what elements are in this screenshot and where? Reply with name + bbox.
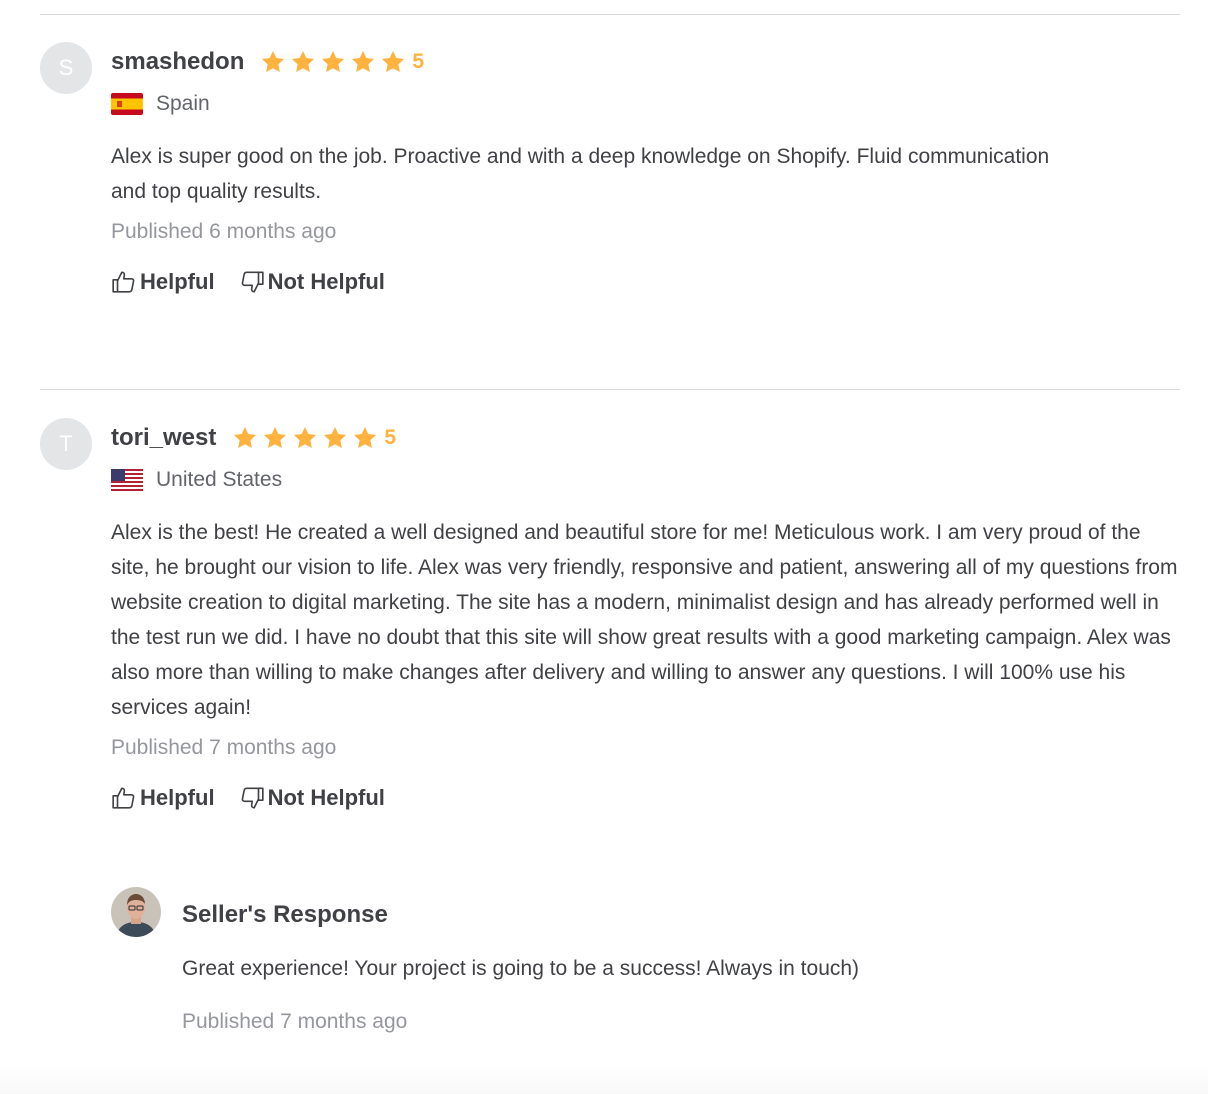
not-helpful-button[interactable]: Not Helpful <box>239 269 385 295</box>
review-divider <box>40 389 1180 390</box>
reviewer-country: Spain <box>156 92 210 115</box>
helpful-label: Helpful <box>140 785 215 810</box>
star-icon <box>292 425 318 451</box>
review-item: S smashedon 5 Spain Alex is super good o… <box>40 42 1180 342</box>
star-icon <box>380 49 406 75</box>
thumbs-up-icon <box>112 787 135 809</box>
published-date: Published 7 months ago <box>111 736 337 759</box>
reviewer-country: United States <box>156 468 283 491</box>
star-icon <box>262 425 288 451</box>
helpful-button[interactable]: Helpful <box>111 269 215 295</box>
star-icon <box>232 425 258 451</box>
star-rating: 5 <box>260 49 424 75</box>
star-icon <box>260 49 286 75</box>
seller-response-published: Published 7 months ago <box>182 1010 408 1033</box>
seller-response-text: Great experience! Your project is going … <box>182 957 860 980</box>
star-icon <box>350 49 376 75</box>
thumbs-up-icon <box>112 271 135 293</box>
reviewer-username[interactable]: smashedon <box>111 48 244 76</box>
star-icon <box>352 425 378 451</box>
thumbs-down-icon <box>241 271 264 293</box>
helpful-label: Helpful <box>140 269 215 294</box>
avatar: S <box>40 42 92 94</box>
star-rating: 5 <box>232 425 396 451</box>
avatar: T <box>40 418 92 470</box>
spain-flag-icon <box>111 93 143 115</box>
star-icon <box>290 49 316 75</box>
seller-response-title: Seller's Response <box>182 901 388 928</box>
review-divider <box>40 14 1180 15</box>
seller-response: Seller's Response Great experience! Your… <box>111 887 1180 1047</box>
not-helpful-label: Not Helpful <box>267 785 385 810</box>
reviewer-username[interactable]: tori_west <box>111 424 216 452</box>
review-item: T tori_west 5 United States Alex is the … <box>40 418 1180 838</box>
thumbs-down-icon <box>241 787 264 809</box>
not-helpful-label: Not Helpful <box>267 269 385 294</box>
star-icon <box>320 49 346 75</box>
review-text: Alex is super good on the job. Proactive… <box>111 145 1050 203</box>
published-date: Published 6 months ago <box>111 220 337 243</box>
rating-value: 5 <box>384 426 397 449</box>
review-text: Alex is the best! He created a well desi… <box>111 521 1178 719</box>
rating-value: 5 <box>412 50 425 73</box>
seller-avatar <box>111 887 161 937</box>
us-flag-icon <box>111 469 143 491</box>
star-icon <box>322 425 348 451</box>
bottom-fade <box>0 1064 1208 1094</box>
not-helpful-button[interactable]: Not Helpful <box>239 785 385 811</box>
helpful-button[interactable]: Helpful <box>111 785 215 811</box>
